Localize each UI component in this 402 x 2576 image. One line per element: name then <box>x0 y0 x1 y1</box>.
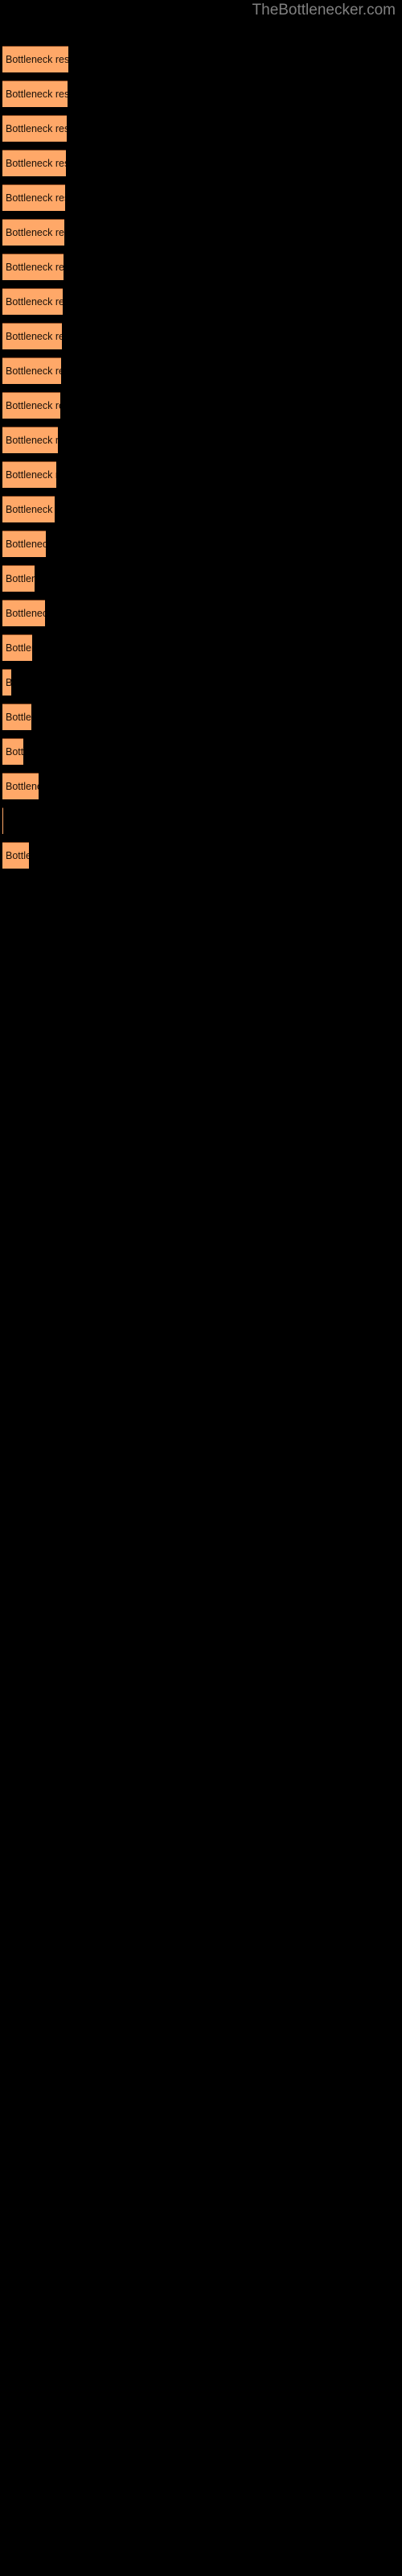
bar-segment[interactable]: Bottleneck result <box>2 254 64 280</box>
bar-segment[interactable]: Bottleneck result <box>2 600 45 626</box>
bar-segment[interactable]: Bottleneck result <box>2 392 60 419</box>
bar-segment[interactable]: Bottleneck result <box>2 738 23 765</box>
bar-label: Bottleneck result <box>6 608 45 619</box>
bar-label: Bottleneck result <box>6 400 60 411</box>
bar-segment[interactable]: Bottleneck result <box>2 46 68 72</box>
bar-label: Bottleneck result <box>6 54 68 65</box>
bar-label: Bottleneck result <box>6 573 35 584</box>
bar-label: Bottleneck result <box>6 746 23 758</box>
bar-segment[interactable]: Bottleneck result <box>2 807 3 834</box>
bar-label: Bottleneck result <box>6 469 56 481</box>
bar-segment[interactable]: Bottleneck result <box>2 427 58 453</box>
bar-segment[interactable]: Bottleneck result <box>2 115 67 142</box>
bar-label: Bottleneck result <box>6 781 39 792</box>
bar-label: Bottleneck result <box>6 158 66 169</box>
bar-label: Bottleneck result <box>6 331 62 342</box>
bar-label: Bottleneck result <box>6 365 61 377</box>
bar-segment[interactable]: Bottleneck result <box>2 461 56 488</box>
bar-label: Bottleneck result <box>6 539 46 550</box>
bar-segment[interactable]: Bottleneck result <box>2 669 11 696</box>
bar-segment[interactable]: Bottleneck result <box>2 323 62 349</box>
bar-label: Bottleneck result <box>6 123 67 134</box>
bar-segment[interactable]: Bottleneck result <box>2 773 39 799</box>
bar-segment[interactable]: Bottleneck result <box>2 288 63 315</box>
bar-segment[interactable]: Bottleneck result <box>2 184 65 211</box>
page-root: TheBottlenecker.com Bottleneck resultBot… <box>0 0 402 2576</box>
bar-label: Bottleneck result <box>6 89 68 100</box>
bar-label: Bottleneck result <box>6 296 63 308</box>
bar-label: Bottleneck result <box>6 192 65 204</box>
bar-segment[interactable]: Bottleneck result <box>2 357 61 384</box>
bar-label: Bottleneck result <box>6 262 64 273</box>
bar-label: Bottleneck result <box>6 850 29 861</box>
bar-label: Bottleneck result <box>6 504 55 515</box>
bar-segment[interactable]: Bottleneck result <box>2 842 29 869</box>
bar-label: Bottleneck result <box>6 227 64 238</box>
bar-segment[interactable]: Bottleneck result <box>2 219 64 246</box>
bar-label: Bottleneck result <box>6 642 32 654</box>
bar-label: Bottleneck result <box>6 712 31 723</box>
bar-segment[interactable]: Bottleneck result <box>2 704 31 730</box>
bar-label: Bottleneck result <box>6 435 58 446</box>
bar-segment[interactable]: Bottleneck result <box>2 496 55 522</box>
bar-segment[interactable]: Bottleneck result <box>2 80 68 107</box>
bar-segment[interactable]: Bottleneck result <box>2 530 46 557</box>
bar-label: Bottleneck result <box>6 670 11 696</box>
bar-segment[interactable]: Bottleneck result <box>2 565 35 592</box>
bottleneck-bar-chart: Bottleneck result Bottleneck result Bottle… <box>0 0 402 1771</box>
bar-segment[interactable]: Bottleneck result <box>2 634 32 661</box>
bar-segment[interactable]: Bottleneck result <box>2 150 66 176</box>
